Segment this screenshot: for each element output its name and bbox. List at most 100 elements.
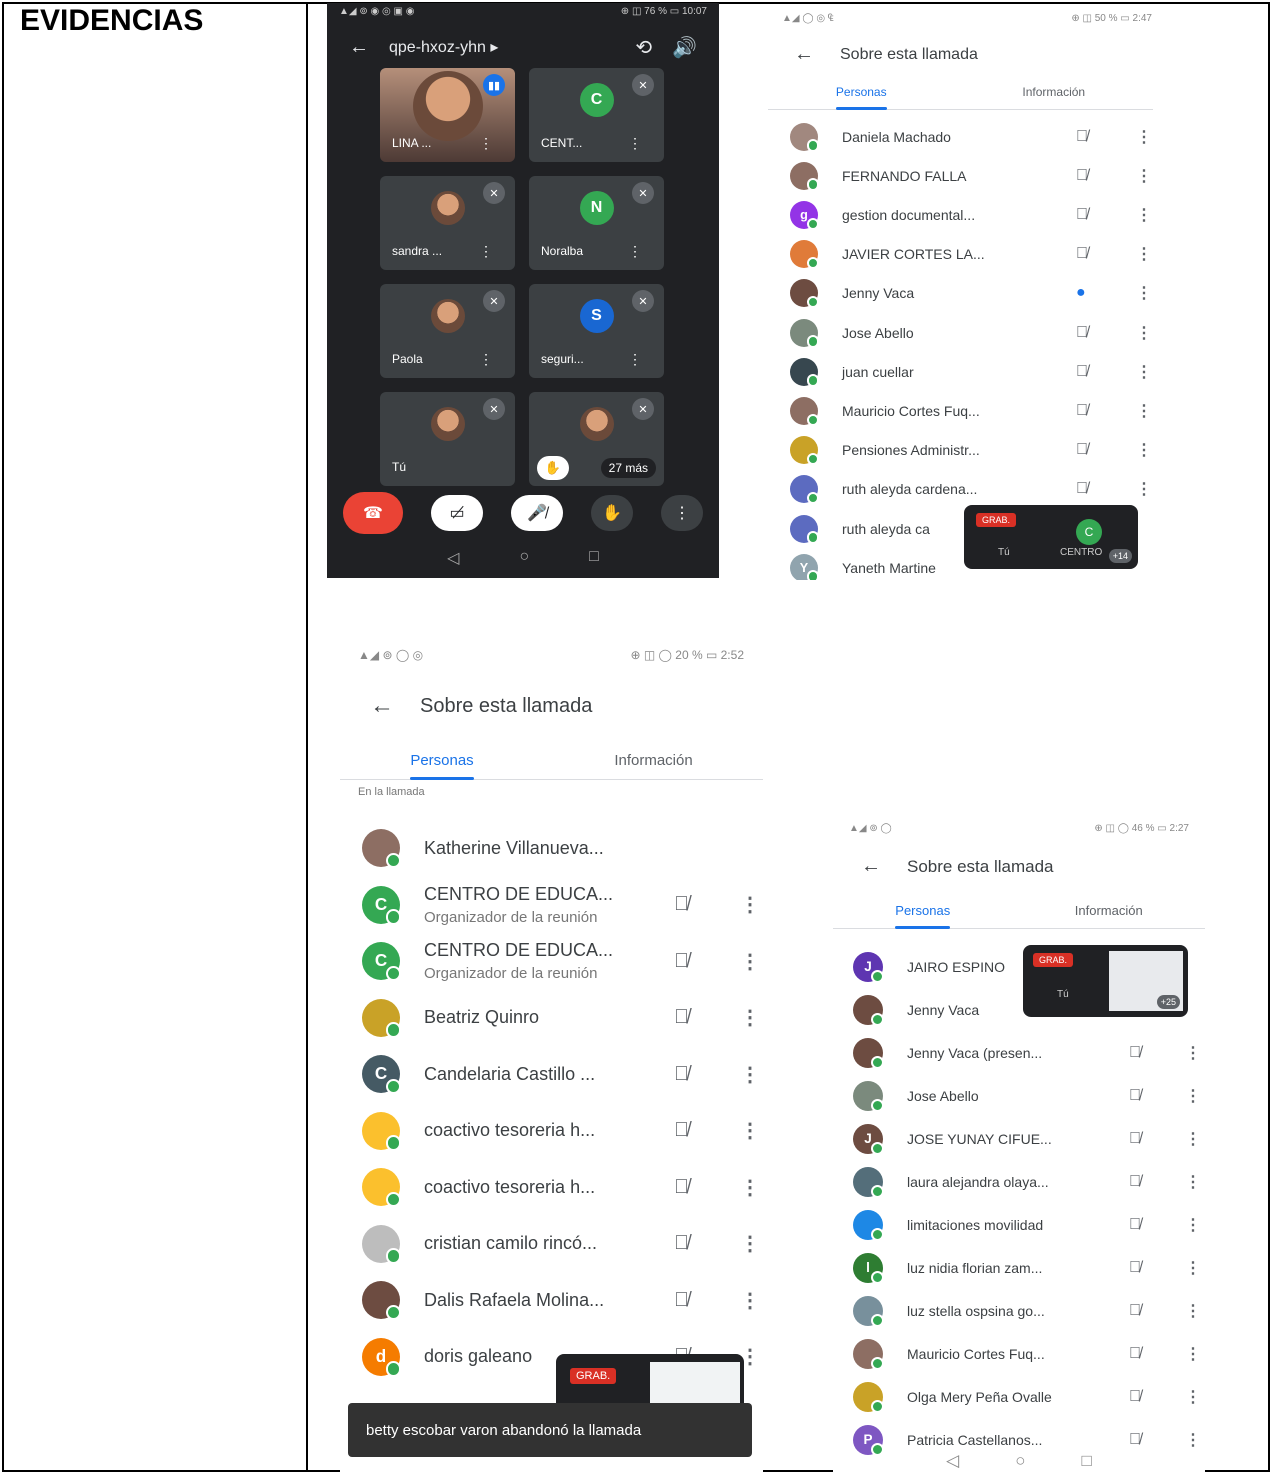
recents-nav-icon[interactable]: □ [589, 548, 599, 568]
tab-personas[interactable]: Personas [835, 85, 887, 110]
more-options-icon[interactable]: ⋮ [1136, 362, 1152, 382]
participant-row[interactable]: coactivo tesoreria h... 🎙̸ ⋮ [362, 1159, 762, 1216]
participant-row[interactable]: Jenny Vaca (presen... 🎙̸ ⋮ [853, 1031, 1205, 1074]
more-options-icon[interactable]: ⋮ [1136, 440, 1152, 460]
participant-row[interactable]: Beatriz Quinro 🎙̸ ⋮ [362, 990, 762, 1047]
more-options-icon[interactable]: ⋮ [740, 1288, 760, 1313]
participant-row[interactable]: Daniela Machado 🎙̸ ⋮ [790, 117, 1160, 156]
more-options-icon[interactable]: ⋮ [1185, 1258, 1201, 1278]
more-options-icon[interactable]: ⋮ [1136, 283, 1152, 303]
back-arrow-icon[interactable]: ← [349, 36, 369, 59]
participant-row[interactable]: J JOSE YUNAY CIFUE... 🎙̸ ⋮ [853, 1117, 1205, 1160]
participant-row[interactable]: Jenny Vaca ● ⋮ [790, 274, 1160, 313]
participant-row[interactable]: juan cuellar 🎙̸ ⋮ [790, 352, 1160, 391]
tab-personas[interactable]: Personas [895, 903, 950, 929]
more-icon[interactable]: ⋮ [628, 351, 642, 368]
more-icon[interactable]: ⋮ [479, 351, 493, 368]
tile-sandra[interactable]: ✕ sandra ... ⋮ [380, 176, 515, 270]
switch-camera-icon[interactable]: ⟲ [635, 35, 652, 60]
more-options-icon[interactable]: ⋮ [1136, 401, 1152, 421]
more-options-icon[interactable]: ⋮ [1136, 127, 1152, 147]
participant-row[interactable]: Jose Abello 🎙̸ ⋮ [790, 313, 1160, 352]
tab-informacion[interactable]: Información [1022, 85, 1085, 109]
more-options-icon[interactable]: ⋮ [1136, 323, 1152, 343]
more-options-icon[interactable]: ⋮ [1185, 1215, 1201, 1235]
more-options-icon[interactable]: ⋮ [1185, 1344, 1201, 1364]
more-icon[interactable]: ⋮ [628, 243, 642, 260]
participant-row[interactable]: ruth aleyda cardena... 🎙̸ ⋮ [790, 470, 1160, 509]
participant-row[interactable]: luz stella ospsina go... 🎙̸ ⋮ [853, 1289, 1205, 1332]
android-nav: ◁ ○ □ [327, 548, 719, 568]
status-bar: ▲◢ ◯ ◎ ₠ ⊕ ◫ 50 % ▭ 2:47 [782, 13, 1152, 24]
tab-informacion[interactable]: Información [1075, 903, 1143, 928]
participant-row[interactable]: Jose Abello 🎙̸ ⋮ [853, 1074, 1205, 1117]
participant-row[interactable]: Katherine Villanueva... [362, 820, 762, 877]
more-options-icon[interactable]: ⋮ [1185, 1129, 1201, 1149]
end-call-button[interactable]: ☎ [343, 492, 403, 534]
participant-row[interactable]: l luz nidia florian zam... 🎙̸ ⋮ [853, 1246, 1205, 1289]
participant-row[interactable]: FERNANDO FALLA 🎙̸ ⋮ [790, 156, 1160, 195]
more-options-icon[interactable]: ⋮ [1136, 479, 1152, 499]
more-options-icon[interactable]: ⋮ [740, 1062, 760, 1087]
more-options-icon[interactable]: ⋮ [1185, 1043, 1201, 1063]
more-options-icon[interactable]: ⋮ [740, 1118, 760, 1143]
participant-row[interactable]: limitaciones movilidad 🎙̸ ⋮ [853, 1203, 1205, 1246]
tab-personas[interactable]: Personas [410, 752, 475, 780]
participant-row[interactable]: Pensiones Administr... 🎙̸ ⋮ [790, 431, 1160, 470]
back-arrow-icon[interactable]: ← [861, 855, 881, 878]
camera-off-button[interactable]: ▭̸ [431, 495, 483, 531]
more-options-icon[interactable]: ⋮ [740, 1231, 760, 1256]
tile-paola[interactable]: ✕ Paola ⋮ [380, 284, 515, 378]
tile-seguri[interactable]: ✕ Sseguri... ⋮ [529, 284, 664, 378]
participant-row[interactable]: C CENTRO DE EDUCA... Organizador de la reu… [362, 877, 762, 934]
status-left: ▲◢ ⊚ ◯ ◎ [358, 648, 424, 662]
participant-row[interactable]: Dalis Rafaela Molina... 🎙̸ ⋮ [362, 1272, 762, 1329]
mic-off-icon: 🎙̸ [1129, 1043, 1141, 1061]
home-nav-icon[interactable]: ○ [1015, 1451, 1025, 1471]
tile-more[interactable]: ✕ ✋ 27 más [529, 392, 664, 486]
participant-row[interactable]: JAVIER CORTES LA... 🎙̸ ⋮ [790, 235, 1160, 274]
more-icon[interactable]: ⋮ [628, 135, 642, 152]
participant-row[interactable]: Mauricio Cortes Fuq... 🎙̸ ⋮ [790, 391, 1160, 430]
back-arrow-icon[interactable]: ← [794, 43, 814, 66]
home-nav-icon[interactable]: ○ [519, 548, 529, 568]
more-options-icon[interactable]: ⋮ [740, 1175, 760, 1200]
more-options-icon[interactable]: ⋮ [1185, 1086, 1201, 1106]
more-icon[interactable]: ⋮ [479, 135, 493, 152]
more-options-icon[interactable]: ⋮ [1136, 244, 1152, 264]
back-nav-icon[interactable]: ◁ [447, 548, 459, 568]
participant-row[interactable]: laura alejandra olaya... 🎙̸ ⋮ [853, 1160, 1205, 1203]
more-options-icon[interactable]: ⋮ [1136, 205, 1152, 225]
tile-noralba[interactable]: ✕ N Noralba ⋮ [529, 176, 664, 270]
back-nav-icon[interactable]: ◁ [946, 1451, 959, 1471]
more-options-icon[interactable]: ⋮ [740, 892, 760, 917]
participant-row[interactable]: coactivo tesoreria h... 🎙̸ ⋮ [362, 1103, 762, 1160]
more-options-icon[interactable]: ⋮ [1185, 1430, 1201, 1450]
more-options-icon[interactable]: ⋮ [1185, 1387, 1201, 1407]
tile-tu[interactable]: ✕ Tú [380, 392, 515, 486]
speaker-icon[interactable]: 🔊 [672, 35, 697, 60]
participant-row[interactable]: C Candelaria Castillo ... 🎙̸ ⋮ [362, 1046, 762, 1103]
more-options-icon[interactable]: ⋮ [740, 1005, 760, 1030]
recents-nav-icon[interactable]: □ [1082, 1451, 1092, 1471]
self-preview[interactable]: GRAB. Tú +25 [1023, 945, 1188, 1017]
more-options-icon[interactable]: ⋮ [740, 949, 760, 974]
tab-informacion[interactable]: Información [614, 752, 692, 779]
meeting-code[interactable]: qpe-hxoz-yhn ▸ [389, 37, 615, 57]
more-options-button[interactable]: ⋮ [661, 495, 703, 531]
participant-row[interactable]: cristian camilo rincó... 🎙̸ ⋮ [362, 1216, 762, 1273]
tile-cent[interactable]: ✕ C CENT... ⋮ [529, 68, 664, 162]
more-options-icon[interactable]: ⋮ [1185, 1301, 1201, 1321]
raise-hand-button[interactable]: ✋ [591, 495, 633, 531]
mic-off-button[interactable]: 🎤̸ [511, 495, 563, 531]
participant-row[interactable]: Mauricio Cortes Fuq... 🎙̸ ⋮ [853, 1332, 1205, 1375]
back-arrow-icon[interactable]: ← [370, 692, 394, 720]
self-preview[interactable]: GRAB. Tú C CENTRO +14 [964, 505, 1138, 569]
participant-row[interactable]: g gestion documental... 🎙̸ ⋮ [790, 195, 1160, 234]
more-icon[interactable]: ⋮ [479, 243, 493, 260]
tile-lina[interactable]: ▮▮ LINA ... ⋮ [380, 68, 515, 162]
participant-row[interactable]: Olga Mery Peña Ovalle 🎙̸ ⋮ [853, 1375, 1205, 1418]
more-options-icon[interactable]: ⋮ [1136, 166, 1152, 186]
more-options-icon[interactable]: ⋮ [1185, 1172, 1201, 1192]
participant-row[interactable]: C CENTRO DE EDUCA... Organizador de la reu… [362, 933, 762, 990]
